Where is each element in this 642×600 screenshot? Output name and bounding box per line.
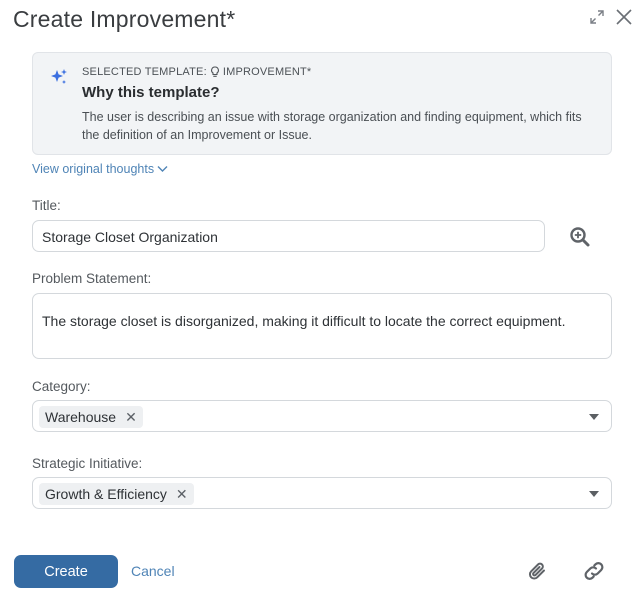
strategic-initiative-select[interactable]: Growth & Efficiency ✕ bbox=[32, 477, 612, 509]
title-label: Title: bbox=[32, 198, 61, 213]
lightbulb-icon bbox=[210, 66, 220, 78]
why-title: Why this template? bbox=[82, 84, 220, 101]
problem-statement-input[interactable]: The storage closet is disorganized, maki… bbox=[32, 293, 612, 359]
selected-template-name: IMPROVEMENT* bbox=[222, 66, 312, 78]
selected-template-prefix: SELECTED TEMPLATE: bbox=[82, 66, 207, 78]
title-value: Storage Closet Organization bbox=[42, 229, 218, 245]
dropdown-caret-icon[interactable] bbox=[589, 414, 599, 420]
dropdown-caret-icon[interactable] bbox=[589, 491, 599, 497]
category-chip: Warehouse ✕ bbox=[39, 406, 143, 428]
chevron-down-icon bbox=[157, 165, 168, 173]
create-button[interactable]: Create bbox=[14, 555, 118, 588]
strategic-initiative-label: Strategic Initiative: bbox=[32, 456, 143, 471]
zoom-in-icon[interactable] bbox=[569, 226, 591, 253]
remove-chip-icon[interactable]: ✕ bbox=[176, 487, 188, 501]
expand-icon[interactable] bbox=[589, 9, 605, 25]
close-icon[interactable] bbox=[615, 8, 633, 26]
remove-chip-icon[interactable]: ✕ bbox=[125, 410, 137, 424]
dialog-title: Create Improvement* bbox=[13, 6, 236, 32]
category-select[interactable]: Warehouse ✕ bbox=[32, 400, 612, 432]
view-original-thoughts-link[interactable]: View original thoughts bbox=[32, 162, 168, 176]
cancel-button[interactable]: Cancel bbox=[131, 563, 175, 579]
category-chip-label: Warehouse bbox=[45, 409, 117, 425]
thoughts-label: View original thoughts bbox=[32, 162, 155, 176]
title-input[interactable]: Storage Closet Organization bbox=[32, 220, 545, 252]
problem-statement-value: The storage closet is disorganized, maki… bbox=[42, 313, 566, 329]
selected-template-label: SELECTED TEMPLATE: IMPROVEMENT* bbox=[82, 66, 311, 78]
strategic-initiative-chip: Growth & Efficiency ✕ bbox=[39, 483, 194, 505]
strategic-initiative-chip-label: Growth & Efficiency bbox=[45, 486, 167, 502]
sparkle-icon bbox=[49, 67, 69, 92]
dialog-header: Create Improvement* bbox=[13, 4, 633, 38]
category-label: Category: bbox=[32, 379, 91, 394]
header-actions bbox=[589, 8, 633, 26]
problem-statement-label: Problem Statement: bbox=[32, 271, 152, 286]
template-explanation: SELECTED TEMPLATE: IMPROVEMENT* Why this… bbox=[32, 52, 612, 155]
why-text: The user is describing an issue with sto… bbox=[82, 110, 582, 142]
link-icon[interactable] bbox=[582, 560, 606, 587]
paperclip-icon[interactable] bbox=[527, 560, 549, 587]
